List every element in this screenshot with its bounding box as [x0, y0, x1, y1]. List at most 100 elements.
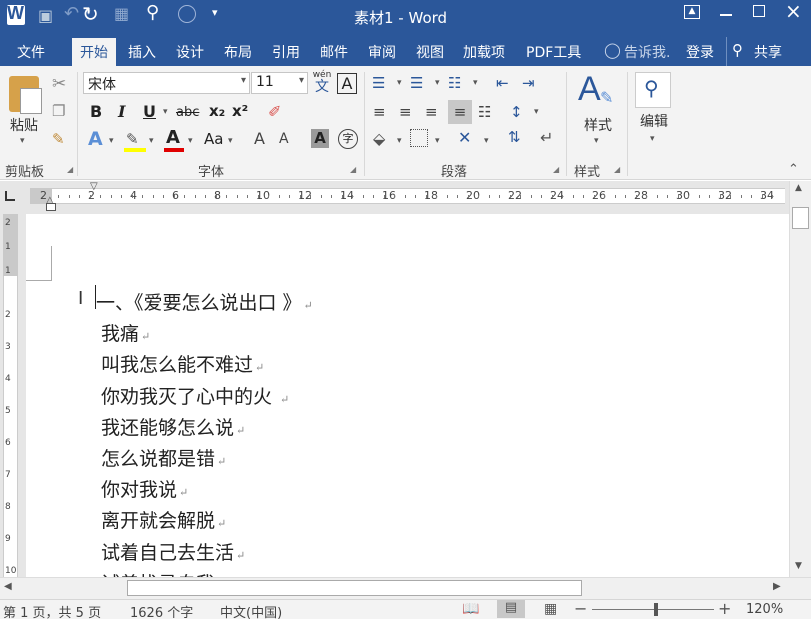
- numbering-dropdown-icon[interactable]: ▾: [435, 78, 440, 88]
- font-color-dropdown-icon[interactable]: ▾: [188, 136, 193, 146]
- page-count[interactable]: 第 1 页，共 5 页: [3, 602, 101, 619]
- horizontal-ruler[interactable]: ▽ △ 2 2 4 6 8 10 12 14 16 18 20 22 24 26 28 30 32 34: [0, 181, 811, 214]
- grow-font-icon[interactable]: A: [254, 129, 265, 148]
- paragraph-launcher-icon[interactable]: ◢: [553, 165, 559, 174]
- horizontal-scroll-thumb[interactable]: [127, 580, 582, 596]
- change-case-button[interactable]: Aa: [204, 130, 223, 148]
- align-left-icon[interactable]: ≡: [373, 103, 386, 121]
- zoom-out-icon[interactable]: −: [574, 599, 587, 618]
- tab-references[interactable]: 引用: [272, 42, 300, 62]
- document-line[interactable]: 试着找寻自我: [101, 569, 215, 577]
- document-line[interactable]: 我痛 ↵: [101, 319, 150, 346]
- horizontal-scrollbar[interactable]: ◀ ▶: [0, 577, 811, 599]
- multilevel-list-icon[interactable]: ☷: [448, 74, 461, 92]
- scroll-left-icon[interactable]: ◀: [4, 581, 12, 592]
- qat-customize-icon[interactable]: ▾: [212, 6, 218, 19]
- font-launcher-icon[interactable]: ◢: [350, 165, 356, 174]
- read-mode-icon[interactable]: 📖: [462, 601, 479, 617]
- show-formatting-icon[interactable]: ↵: [540, 128, 553, 147]
- line-spacing-dropdown-icon[interactable]: ▾: [534, 107, 539, 117]
- scroll-down-icon[interactable]: ▼: [795, 561, 802, 571]
- line-spacing-icon[interactable]: ↕: [510, 103, 523, 121]
- scroll-right-icon[interactable]: ▶: [773, 581, 781, 592]
- text-effects-dropdown-icon[interactable]: ▾: [109, 136, 114, 146]
- vertical-scroll-thumb[interactable]: [792, 207, 809, 229]
- distributed-icon[interactable]: ☷: [478, 103, 491, 121]
- zoom-level[interactable]: 120%: [746, 602, 783, 617]
- collapse-ribbon-icon[interactable]: ⌃: [788, 162, 799, 177]
- scroll-up-icon[interactable]: ▲: [795, 183, 802, 193]
- word-count[interactable]: 1626 个字: [130, 602, 193, 619]
- tab-file[interactable]: 文件: [17, 42, 45, 62]
- document-line[interactable]: 一、《爱要怎么说出口 》 ↵: [96, 288, 313, 315]
- align-right-icon[interactable]: ≡: [425, 103, 438, 121]
- tab-home[interactable]: 开始: [72, 38, 116, 66]
- font-name-combo[interactable]: 宋体 ▾: [83, 72, 250, 94]
- undo-icon[interactable]: ↶: [64, 3, 79, 24]
- format-painter-icon[interactable]: ✎: [52, 130, 65, 148]
- underline-dropdown-icon[interactable]: ▾: [163, 107, 168, 117]
- copy-icon[interactable]: ❐: [52, 102, 65, 120]
- superscript-button[interactable]: x²: [232, 102, 248, 120]
- increase-indent-icon[interactable]: ⇥: [522, 74, 535, 92]
- shading-icon[interactable]: ⬙: [373, 129, 385, 148]
- bullets-icon[interactable]: ☰: [372, 74, 385, 92]
- zoom-slider-track[interactable]: [592, 609, 714, 610]
- save-icon[interactable]: ▣: [38, 6, 53, 25]
- sign-in-link[interactable]: 登录: [686, 42, 714, 62]
- phonetic-guide-icon[interactable]: wén 文: [312, 70, 332, 94]
- tab-view[interactable]: 视图: [416, 42, 444, 62]
- tell-me-box[interactable]: 告诉我.: [624, 42, 670, 62]
- shrink-font-icon[interactable]: A: [279, 131, 289, 147]
- close-icon[interactable]: ×: [785, 0, 802, 23]
- paste-button[interactable]: 粘贴: [6, 115, 42, 137]
- font-size-combo[interactable]: 11 ▾: [251, 72, 308, 94]
- maximize-icon[interactable]: [753, 5, 765, 17]
- text-effects-icon[interactable]: A: [88, 128, 103, 150]
- vertical-scrollbar[interactable]: ▲ ▼: [789, 181, 811, 577]
- borders-dropdown-icon[interactable]: ▾: [435, 136, 440, 146]
- styles-gallery-icon[interactable]: A: [578, 70, 601, 109]
- document-line[interactable]: 你劝我灭了心中的火 ↵: [101, 382, 289, 409]
- minimize-icon[interactable]: [720, 14, 732, 16]
- enclose-characters-icon[interactable]: 字: [338, 129, 358, 149]
- tab-insert[interactable]: 插入: [128, 42, 156, 62]
- character-shading-icon[interactable]: A: [311, 129, 329, 148]
- borders-icon[interactable]: [410, 129, 428, 147]
- document-line[interactable]: 叫我怎么能不难过 ↵: [101, 350, 264, 377]
- format-painter-qat-icon[interactable]: ▦: [114, 4, 129, 23]
- tab-mailings[interactable]: 邮件: [320, 42, 348, 62]
- share-button-label[interactable]: 共享: [754, 42, 782, 62]
- bold-button[interactable]: B: [90, 102, 102, 121]
- redo-icon[interactable]: ↻: [82, 2, 99, 26]
- sort-icon[interactable]: ⇅: [508, 128, 521, 146]
- document-line[interactable]: 怎么说都是错 ↵: [101, 444, 226, 471]
- tab-design[interactable]: 设计: [176, 42, 204, 62]
- shading-dropdown-icon[interactable]: ▾: [397, 136, 402, 146]
- tab-layout[interactable]: 布局: [224, 42, 252, 62]
- zoom-slider-thumb[interactable]: [654, 603, 658, 616]
- document-line[interactable]: 离开就会解脱 ↵: [101, 506, 226, 533]
- print-preview-icon[interactable]: ⚲: [146, 2, 159, 23]
- subscript-button[interactable]: x₂: [209, 102, 225, 120]
- align-center-icon[interactable]: ≡: [399, 103, 412, 121]
- left-indent-marker[interactable]: [46, 203, 56, 211]
- zoom-in-icon[interactable]: +: [718, 599, 731, 618]
- document-page[interactable]: I 一、《爱要怎么说出口 》 ↵ 我痛 ↵ 叫我怎么能不难过 ↵ 你劝我灭了心中的火 ↵ 我还…: [26, 214, 789, 577]
- editing-button[interactable]: 编辑: [634, 111, 674, 133]
- styles-launcher-icon[interactable]: ◢: [614, 165, 620, 174]
- strikethrough-button[interactable]: abc: [176, 105, 199, 120]
- tab-addins[interactable]: 加载项: [463, 42, 505, 62]
- circle-icon[interactable]: [178, 5, 196, 23]
- ribbon-display-options-icon[interactable]: ▲: [684, 5, 700, 19]
- document-area[interactable]: I 一、《爱要怎么说出口 》 ↵ 我痛 ↵ 叫我怎么能不难过 ↵ 你劝我灭了心中的火 ↵ 我还…: [22, 214, 789, 577]
- cut-icon[interactable]: ✂: [52, 74, 66, 94]
- document-line[interactable]: 试着自己去生活 ↵: [101, 538, 245, 565]
- styles-button[interactable]: 样式: [578, 115, 618, 137]
- tab-pdf-tools[interactable]: PDF工具: [526, 42, 581, 62]
- font-color-icon[interactable]: A: [166, 127, 180, 148]
- chinese-layout-icon[interactable]: ✕: [458, 128, 471, 147]
- justify-icon[interactable]: ≡: [448, 100, 472, 124]
- print-layout-icon[interactable]: ▤: [497, 600, 525, 618]
- clear-formatting-icon[interactable]: ✐: [268, 102, 281, 121]
